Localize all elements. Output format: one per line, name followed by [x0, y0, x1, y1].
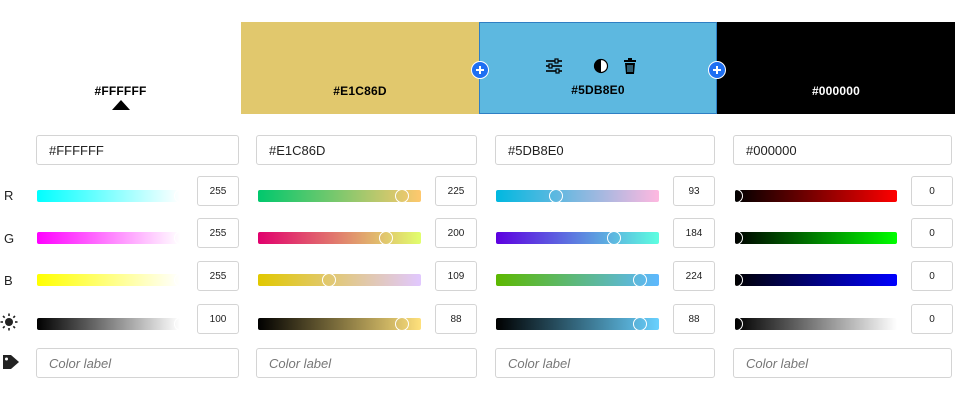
- hex-value: #000000: [746, 142, 797, 158]
- color-label-input[interactable]: Color label: [733, 348, 952, 378]
- red-slider[interactable]: [37, 189, 188, 203]
- brightness-slider[interactable]: [729, 317, 897, 331]
- add-swatch-button[interactable]: [471, 61, 489, 79]
- brightness-value-input[interactable]: 0: [911, 304, 953, 334]
- brightness-slider[interactable]: [258, 317, 421, 331]
- red-value-input[interactable]: 93: [673, 176, 715, 206]
- hex-input[interactable]: #5DB8E0: [495, 135, 715, 165]
- sliders-icon[interactable]: [545, 58, 563, 74]
- add-swatch-button[interactable]: [708, 61, 726, 79]
- row-label-b: B: [4, 273, 13, 288]
- blue-slider[interactable]: [37, 273, 188, 287]
- row-label-g: G: [4, 231, 15, 246]
- color-label-placeholder: Color label: [746, 355, 809, 371]
- red-value-input[interactable]: 225: [435, 176, 477, 206]
- red-slider[interactable]: [729, 189, 897, 203]
- slider-knob[interactable]: [322, 273, 337, 287]
- brightness-value-input[interactable]: 100: [197, 304, 239, 334]
- blue-value-input[interactable]: 109: [435, 261, 477, 291]
- slider-knob[interactable]: [174, 231, 188, 245]
- slider-knob[interactable]: [729, 317, 743, 331]
- swatch-hex-label: #FFFFFF: [94, 84, 147, 98]
- color-label-placeholder: Color label: [49, 355, 112, 371]
- sun-icon: [0, 313, 18, 336]
- green-slider[interactable]: [37, 231, 188, 245]
- green-slider[interactable]: [729, 231, 897, 245]
- slider-knob[interactable]: [395, 317, 410, 331]
- green-value-input[interactable]: 200: [435, 218, 477, 248]
- contrast-icon[interactable]: [593, 58, 609, 74]
- slider-knob[interactable]: [729, 231, 743, 245]
- green-slider[interactable]: [496, 231, 659, 245]
- slider-knob[interactable]: [395, 189, 410, 203]
- color-label-placeholder: Color label: [269, 355, 332, 371]
- tag-icon: [2, 354, 20, 375]
- red-value-input[interactable]: 255: [197, 176, 239, 206]
- hex-value: #E1C86D: [269, 142, 326, 158]
- slider-knob[interactable]: [174, 317, 188, 331]
- green-value-input[interactable]: 184: [673, 218, 715, 248]
- active-swatch-caret-icon: [112, 100, 130, 110]
- hex-input[interactable]: #FFFFFF: [36, 135, 239, 165]
- blue-value-input[interactable]: 224: [673, 261, 715, 291]
- swatch-hex-label: #E1C86D: [333, 84, 387, 98]
- swatch-black[interactable]: #000000: [717, 22, 955, 114]
- brightness-slider[interactable]: [37, 317, 188, 331]
- swatch-hex-label: #5DB8E0: [571, 83, 625, 97]
- blue-value-input[interactable]: 255: [197, 261, 239, 291]
- green-value-input[interactable]: 255: [197, 218, 239, 248]
- slider-knob[interactable]: [379, 231, 394, 245]
- slider-knob[interactable]: [174, 273, 188, 287]
- plus-icon: [713, 66, 721, 74]
- blue-slider[interactable]: [729, 273, 897, 287]
- brightness-value-input[interactable]: 88: [435, 304, 477, 334]
- swatch-hex-label: #000000: [811, 84, 861, 98]
- trash-icon[interactable]: [623, 58, 637, 74]
- color-label-input[interactable]: Color label: [36, 348, 239, 378]
- swatch-gold[interactable]: #E1C86D: [241, 22, 479, 114]
- hex-value: #5DB8E0: [508, 142, 564, 158]
- slider-knob[interactable]: [633, 317, 648, 331]
- color-label-placeholder: Color label: [508, 355, 571, 371]
- slider-knob[interactable]: [174, 189, 188, 203]
- row-label-r: R: [4, 188, 14, 203]
- blue-slider[interactable]: [258, 273, 421, 287]
- hex-input[interactable]: #E1C86D: [256, 135, 477, 165]
- slider-knob[interactable]: [607, 231, 622, 245]
- swatch-toolbar: [545, 58, 637, 74]
- slider-knob[interactable]: [548, 189, 563, 203]
- red-slider[interactable]: [258, 189, 421, 203]
- blue-slider[interactable]: [496, 273, 659, 287]
- brightness-value-input[interactable]: 88: [673, 304, 715, 334]
- blue-value-input[interactable]: 0: [911, 261, 953, 291]
- red-value-input[interactable]: 0: [911, 176, 953, 206]
- hex-input[interactable]: #000000: [733, 135, 952, 165]
- plus-icon: [476, 66, 484, 74]
- slider-knob[interactable]: [729, 189, 743, 203]
- slider-knob[interactable]: [729, 273, 743, 287]
- hex-value: #FFFFFF: [49, 142, 104, 158]
- color-label-input[interactable]: Color label: [256, 348, 477, 378]
- slider-knob[interactable]: [633, 273, 648, 287]
- green-value-input[interactable]: 0: [911, 218, 953, 248]
- brightness-slider[interactable]: [496, 317, 659, 331]
- color-label-input[interactable]: Color label: [495, 348, 715, 378]
- red-slider[interactable]: [496, 189, 659, 203]
- green-slider[interactable]: [258, 231, 421, 245]
